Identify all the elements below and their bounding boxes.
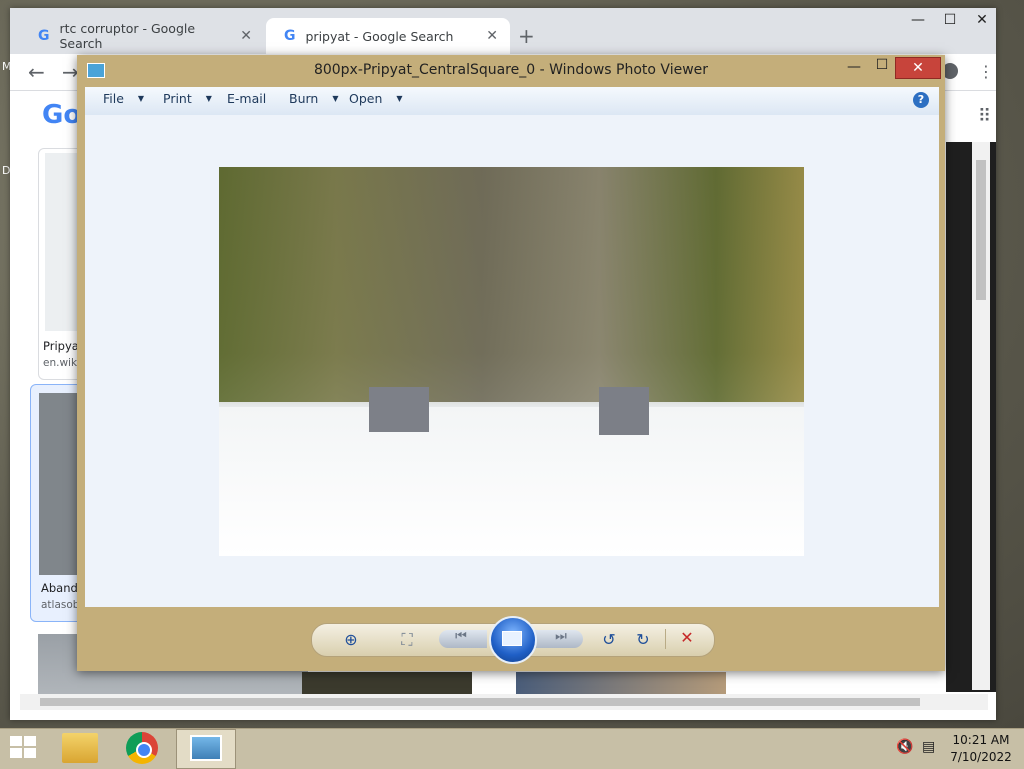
menu-label: E-mail bbox=[227, 91, 267, 106]
command-bar bbox=[85, 87, 939, 116]
dropdown-arrow-icon: ▼ bbox=[205, 94, 212, 103]
more-menu-icon[interactable]: ⋮ bbox=[978, 62, 994, 81]
menu-label: Open bbox=[349, 91, 383, 106]
horizontal-scroll-thumb[interactable] bbox=[40, 698, 920, 706]
maximize-icon[interactable]: ☐ bbox=[871, 57, 893, 73]
menu-burn[interactable]: Burn ▼ bbox=[289, 91, 339, 106]
clock-date[interactable]: 7/10/2022 bbox=[950, 750, 1012, 764]
close-tab-icon[interactable]: ✕ bbox=[486, 28, 498, 44]
result-source: atlasob bbox=[41, 599, 80, 611]
result-title: Aband bbox=[41, 581, 78, 595]
clock-time[interactable]: 10:21 AM bbox=[950, 733, 1012, 747]
menu-label: File bbox=[103, 91, 124, 106]
menu-label: Burn bbox=[289, 91, 319, 106]
close-icon[interactable]: ✕ bbox=[964, 12, 1000, 28]
minimize-icon[interactable]: — bbox=[900, 12, 936, 28]
google-favicon-icon: G bbox=[284, 28, 296, 44]
controls-divider bbox=[665, 629, 666, 649]
actual-size-icon[interactable]: ⛶ bbox=[395, 630, 419, 650]
tab-label: rtc corruptor - Google Search bbox=[59, 21, 196, 51]
help-icon[interactable]: ? bbox=[913, 92, 929, 108]
maximize-icon[interactable]: ☐ bbox=[932, 12, 968, 28]
menu-email[interactable]: E-mail bbox=[227, 91, 266, 106]
volume-muted-icon[interactable]: 🔇 bbox=[896, 739, 913, 755]
photo-building bbox=[369, 387, 429, 432]
menu-print[interactable]: Print ▼ bbox=[163, 91, 212, 106]
back-arrow-icon[interactable]: ← bbox=[28, 60, 45, 84]
result-thumbnail[interactable] bbox=[302, 672, 472, 694]
minimize-icon[interactable]: — bbox=[843, 59, 865, 75]
photo-trees-region bbox=[219, 167, 804, 402]
close-tab-icon[interactable]: ✕ bbox=[240, 28, 252, 44]
menu-file[interactable]: File ▼ bbox=[103, 91, 144, 106]
slideshow-icon bbox=[502, 631, 522, 646]
google-favicon-icon: G bbox=[38, 28, 50, 44]
delete-icon[interactable]: ✕ bbox=[675, 628, 699, 647]
google-logo[interactable]: Go bbox=[42, 100, 81, 130]
tab-label: pripyat - Google Search bbox=[305, 28, 454, 44]
start-windows-icon[interactable] bbox=[10, 736, 38, 760]
network-icon[interactable]: ▤ bbox=[922, 739, 935, 755]
dropdown-arrow-icon: ▼ bbox=[396, 94, 403, 103]
result-thumbnail[interactable] bbox=[516, 672, 726, 694]
tab-pripyat[interactable]: G pripyat - Google Search ✕ bbox=[266, 18, 510, 54]
zoom-icon[interactable]: ⊕ bbox=[339, 630, 363, 649]
result-source: en.wiki bbox=[43, 357, 80, 369]
dropdown-arrow-icon: ▼ bbox=[332, 94, 339, 103]
photo-viewer-icon bbox=[190, 735, 222, 761]
chrome-icon-center bbox=[136, 742, 152, 758]
tab-rtc-corruptor[interactable]: G rtc corruptor - Google Search ✕ bbox=[20, 18, 264, 54]
previous-icon[interactable]: ⏮ bbox=[449, 629, 473, 644]
menu-label: Print bbox=[163, 91, 192, 106]
apps-grid-icon[interactable]: ⠿ bbox=[978, 106, 991, 127]
file-explorer-icon[interactable] bbox=[62, 733, 98, 763]
dropdown-arrow-icon: ▼ bbox=[137, 94, 145, 103]
photo-viewer-window: 800px-Pripyat_CentralSquare_0 - Windows … bbox=[77, 55, 945, 671]
next-icon[interactable]: ⏭ bbox=[549, 629, 573, 644]
rotate-clockwise-icon[interactable]: ↻ bbox=[631, 630, 655, 649]
displayed-photo bbox=[219, 167, 804, 556]
vertical-scroll-thumb[interactable] bbox=[976, 160, 986, 300]
window-title: 800px-Pripyat_CentralSquare_0 - Windows … bbox=[313, 62, 709, 78]
photo-sky-region bbox=[219, 407, 804, 556]
close-button[interactable]: ✕ bbox=[895, 57, 941, 79]
new-tab-icon[interactable]: + bbox=[518, 24, 535, 48]
menu-open[interactable]: Open ▼ bbox=[349, 91, 403, 106]
rotate-counterclockwise-icon[interactable]: ↺ bbox=[597, 630, 621, 649]
photo-building bbox=[599, 387, 649, 435]
